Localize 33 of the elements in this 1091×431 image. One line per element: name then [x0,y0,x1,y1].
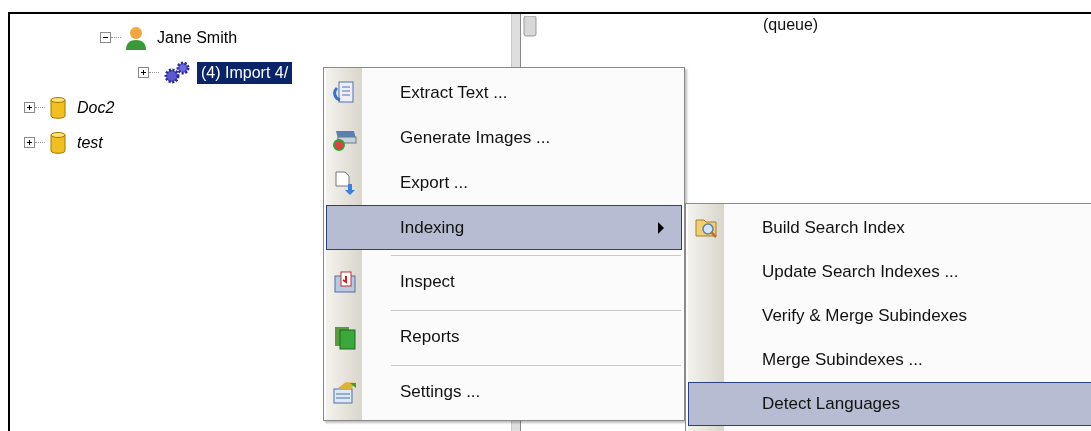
document-refresh-icon [333,79,357,106]
collapse-icon[interactable] [100,32,111,43]
cylinder-icon [49,130,67,155]
menu-item[interactable]: Update Search Indexes ... [688,250,1091,294]
table-cell: (queue) [763,16,819,34]
column-icon [523,16,537,38]
menu-item[interactable]: Export ... [326,160,682,205]
menu-item[interactable]: Detect Languages [688,382,1091,426]
expand-icon[interactable] [24,102,35,113]
tree-item[interactable]: (4) Import 4/ [197,61,293,84]
menu-item[interactable]: Inspect [326,250,682,305]
book-icon [333,270,357,294]
expand-icon[interactable] [138,67,149,78]
binders-icon [333,324,357,350]
person-icon [125,24,147,51]
menu-item[interactable]: Verify & Merge Subindexes [688,294,1091,338]
expand-icon[interactable] [24,137,35,148]
menu-item[interactable]: Reports [326,305,682,360]
menu-item[interactable]: Build Search Index [688,206,1091,250]
menu-item[interactable]: Generate Images ... [326,115,682,160]
gears-icon [163,60,191,85]
folder-search-icon [694,216,720,240]
submenu-arrow-icon [657,221,665,234]
tree-item[interactable]: Doc2 [73,96,119,119]
menu-item[interactable]: Extract Text ... [326,70,682,115]
tree-item[interactable]: test [73,131,107,154]
document-arrow-icon [333,169,357,196]
cylinder-icon [49,95,67,120]
settings-icon [332,380,358,404]
menu-item[interactable]: Indexing [326,205,682,250]
tree-item[interactable]: Jane Smith [153,26,242,49]
menu-item[interactable]: Merge Subindexes ... [688,338,1091,382]
menu-item[interactable]: Settings ... [326,360,682,415]
